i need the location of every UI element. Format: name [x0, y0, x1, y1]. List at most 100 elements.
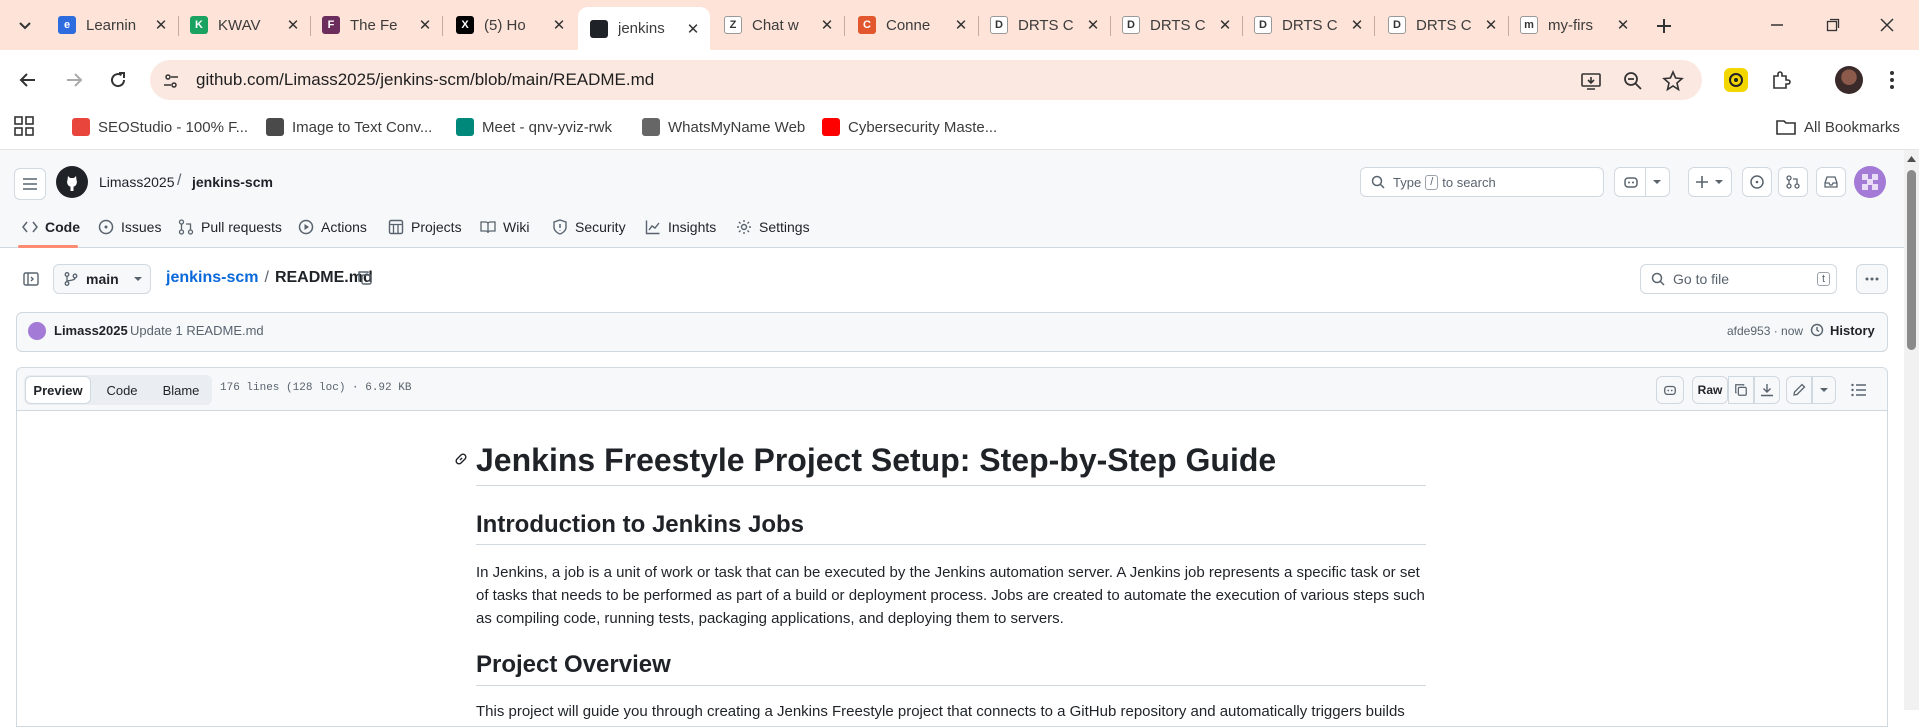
tab-code[interactable]: Code	[96, 376, 148, 404]
tab-preview[interactable]: Preview	[25, 376, 91, 404]
forward-button[interactable]	[60, 66, 88, 94]
download-raw-button[interactable]	[1754, 376, 1780, 404]
page-scrollbar-up[interactable]	[1907, 155, 1916, 163]
bookmark-item[interactable]: Meet - qnv-yviz-rwk	[456, 113, 612, 141]
tab-close-icon[interactable]: ✕	[284, 16, 302, 34]
inbox-button[interactable]	[1816, 167, 1846, 197]
browser-tab[interactable]: Z Chat w ✕	[712, 7, 844, 43]
tab-close-icon[interactable]: ✕	[952, 16, 970, 34]
copilot-file-button[interactable]	[1656, 376, 1684, 404]
all-bookmarks-button[interactable]: All Bookmarks	[1776, 113, 1900, 141]
commit-author-avatar[interactable]	[28, 322, 46, 340]
bookmark-star-icon[interactable]	[1662, 70, 1684, 92]
extensions-puzzle-icon[interactable]	[1770, 69, 1792, 91]
tab-insights[interactable]: Insights	[645, 212, 716, 242]
commit-author[interactable]: Limass2025	[54, 323, 128, 338]
copy-path-button[interactable]	[357, 270, 375, 288]
browser-tab[interactable]: e Learnin ✕	[46, 7, 178, 43]
tab-close-icon[interactable]: ✕	[1216, 16, 1234, 34]
browser-tab[interactable]: D DRTS C ✕	[1376, 7, 1508, 43]
tab-issues[interactable]: Issues	[98, 212, 161, 242]
user-avatar[interactable]	[1854, 166, 1886, 198]
tab-blame[interactable]: Blame	[152, 376, 210, 404]
copy-raw-button[interactable]	[1728, 376, 1754, 404]
browser-tab[interactable]: F The Fe ✕	[310, 7, 442, 43]
bookmark-item[interactable]: WhatsMyName Web	[642, 113, 805, 141]
heading-anchor-link[interactable]	[453, 451, 469, 467]
global-search-input[interactable]: Type / to search	[1360, 167, 1604, 197]
tab-label: Insights	[668, 219, 717, 235]
issues-shortcut-button[interactable]	[1742, 167, 1772, 197]
tab-preview-label: Preview	[33, 382, 83, 398]
tab-security[interactable]: Security	[552, 212, 626, 242]
bookmark-item[interactable]: SEOStudio - 100% F...	[72, 113, 248, 141]
browser-tab[interactable]: D DRTS C ✕	[978, 7, 1110, 43]
create-new-button[interactable]	[1688, 167, 1732, 197]
browser-tab[interactable]: K KWAV ✕	[178, 7, 310, 43]
breadcrumb-repo-link[interactable]: jenkins-scm	[166, 269, 258, 287]
more-options-button[interactable]	[1856, 264, 1888, 294]
go-to-file-input[interactable]: Go to file t	[1640, 264, 1837, 294]
tab-close-icon[interactable]: ✕	[1348, 16, 1366, 34]
commit-sha-time[interactable]: afde953 · now	[1727, 324, 1803, 338]
tab-close-icon[interactable]: ✕	[1084, 16, 1102, 34]
tab-wiki[interactable]: Wiki	[480, 212, 529, 242]
branch-selector[interactable]: main	[53, 264, 151, 294]
tab-search-button[interactable]	[12, 12, 38, 38]
raw-label: Raw	[1697, 383, 1723, 397]
install-app-icon[interactable]	[1580, 70, 1602, 92]
kebab-horizontal-icon	[1865, 277, 1879, 281]
site-info-icon[interactable]	[160, 70, 182, 92]
toggle-file-tree-button[interactable]	[20, 268, 42, 290]
tab-close-icon[interactable]: ✕	[1482, 16, 1500, 34]
tab-title: Learnin	[86, 16, 137, 34]
zoom-icon[interactable]	[1622, 70, 1644, 92]
browser-tab[interactable]: X (5) Ho ✕	[444, 7, 576, 43]
bookmark-item[interactable]: Cybersecurity Maste...	[822, 113, 997, 141]
new-tab-button[interactable]	[1650, 12, 1678, 40]
branch-name: main	[86, 271, 119, 287]
url-text[interactable]: github.com/Limass2025/jenkins-scm/blob/m…	[196, 69, 654, 91]
browser-tab[interactable]: m my-firs ✕	[1508, 7, 1640, 43]
bookmark-item[interactable]: Image to Text Conv...	[266, 113, 432, 141]
tab-close-icon[interactable]: ✕	[818, 16, 836, 34]
hamburger-menu-button[interactable]	[14, 168, 46, 200]
apps-grid-icon[interactable]	[14, 116, 34, 136]
outline-button[interactable]	[1848, 379, 1870, 401]
tab-close-icon[interactable]: ✕	[152, 16, 170, 34]
tab-settings[interactable]: Settings	[736, 212, 810, 242]
kebab-dot	[1890, 71, 1894, 75]
commit-message[interactable]: Update 1 README.md	[130, 323, 264, 338]
tab-close-icon[interactable]: ✕	[684, 20, 702, 38]
page-scrollbar-thumb[interactable]	[1907, 170, 1916, 350]
browser-tab[interactable]: D DRTS C ✕	[1110, 7, 1242, 43]
repo-owner-link[interactable]: Limass2025	[99, 174, 175, 190]
pull-requests-shortcut-button[interactable]	[1778, 167, 1808, 197]
edit-options-button[interactable]	[1812, 376, 1836, 404]
tab-projects[interactable]: Projects	[388, 212, 462, 242]
restore-button[interactable]	[1818, 12, 1848, 38]
tab-close-icon[interactable]: ✕	[1614, 16, 1632, 34]
tab-pull-requests[interactable]: Pull requests	[178, 212, 282, 242]
tab-close-icon[interactable]: ✕	[416, 16, 434, 34]
browser-tab[interactable]: D DRTS C ✕	[1242, 7, 1374, 43]
extension-icon[interactable]	[1724, 68, 1748, 92]
tab-actions[interactable]: Actions	[298, 212, 367, 242]
chrome-menu-button[interactable]	[1880, 68, 1904, 92]
repo-name-link[interactable]: jenkins-scm	[192, 174, 273, 190]
close-window-button[interactable]	[1872, 12, 1902, 38]
raw-button[interactable]: Raw	[1692, 376, 1728, 404]
minimize-button[interactable]	[1762, 12, 1792, 38]
back-button[interactable]	[14, 66, 42, 94]
github-logo-icon[interactable]	[56, 166, 88, 198]
copilot-button[interactable]	[1614, 167, 1670, 197]
tab-separator	[844, 16, 845, 36]
tab-close-icon[interactable]: ✕	[550, 16, 568, 34]
reload-button[interactable]	[104, 66, 132, 94]
tab-code[interactable]: Code	[22, 212, 80, 242]
profile-avatar[interactable]	[1835, 66, 1863, 94]
history-button[interactable]: History	[1810, 320, 1875, 340]
browser-tab[interactable]: jenkins ✕	[578, 7, 710, 50]
browser-tab[interactable]: C Conne ✕	[846, 7, 978, 43]
edit-file-button[interactable]	[1786, 376, 1812, 404]
